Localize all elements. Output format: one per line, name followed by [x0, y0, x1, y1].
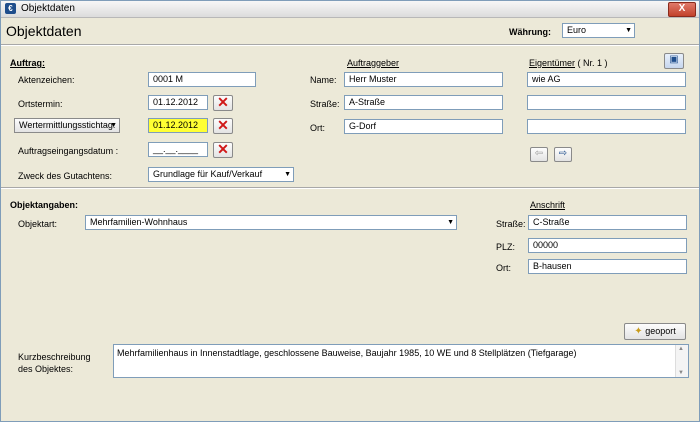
map-icon: ✦	[634, 326, 643, 337]
objektart-select[interactable]: Mehrfamilien-Wohnhaus ▼	[85, 215, 457, 230]
auftraggeber-strasse-label: Straße:	[310, 99, 340, 109]
geoport-button[interactable]: ✦ geoport	[624, 323, 686, 340]
objektdaten-window: € Objektdaten X Objektdaten Währung: Eur…	[0, 0, 700, 422]
chevron-down-icon: ▼	[447, 219, 454, 226]
title-bar: € Objektdaten X	[1, 1, 699, 18]
chevron-down-icon: ▼	[110, 122, 117, 129]
auftraggeber-heading: Auftraggeber	[347, 58, 400, 68]
auftraggeber-name-input[interactable]: Herr Muster	[344, 72, 503, 87]
contact-card-icon: ▣	[669, 54, 679, 65]
anschrift-strasse-label: Straße:	[496, 219, 526, 229]
kurzbeschreibung-label-line1: Kurzbeschreibung	[18, 352, 91, 362]
stichtag-dropdown[interactable]: Wertermittlungsstichtag: ▼	[14, 118, 120, 133]
objektart-select-value: Mehrfamilien-Wohnhaus	[90, 217, 188, 227]
kurzbeschreibung-label-line2: des Objektes:	[18, 364, 74, 374]
window-close-button[interactable]: X	[668, 2, 696, 17]
auftraggeber-ort-label: Ort:	[310, 123, 325, 133]
delete-x-icon: ✕	[217, 117, 229, 133]
chevron-down-icon: ▼	[284, 171, 291, 178]
delete-x-icon: ✕	[217, 141, 229, 157]
eigentuemer-next-button[interactable]: ⇨	[554, 147, 572, 162]
auftraggeber-name-label: Name:	[310, 75, 337, 85]
stichtag-clear-button[interactable]: ✕	[213, 118, 233, 134]
kurzbeschreibung-textarea[interactable]: Mehrfamilienhaus in Innenstadtlage, gesc…	[113, 344, 689, 378]
stichtag-dropdown-label: Wertermittlungsstichtag:	[19, 120, 116, 130]
separator-top	[1, 44, 699, 46]
anschrift-heading: Anschrift	[530, 200, 566, 210]
currency-select[interactable]: Euro ▼	[562, 23, 635, 38]
separator-middle	[1, 187, 699, 189]
zweck-select-value: Grundlage für Kauf/Verkauf	[153, 169, 263, 179]
aktenzeichen-label: Aktenzeichen:	[18, 75, 75, 85]
textarea-scrollbar[interactable]: ▲ ▼	[675, 345, 688, 377]
auftraggeber-strasse-input[interactable]: A-Straße	[344, 95, 503, 110]
anschrift-plz-input[interactable]: 00000	[528, 238, 687, 253]
anschrift-plz-label: PLZ:	[496, 242, 516, 252]
anschrift-ort-input[interactable]: B-hausen	[528, 259, 687, 274]
arrow-right-icon: ⇨	[558, 148, 568, 159]
page-title: Objektdaten	[6, 23, 82, 39]
ortstermin-input[interactable]: 01.12.2012	[148, 95, 208, 110]
kurzbeschreibung-label: Kurzbeschreibung des Objektes:	[18, 351, 91, 375]
eigentuemer-line1-input[interactable]: wie AG	[527, 72, 686, 87]
eigentuemer-line2-input[interactable]	[527, 95, 686, 110]
eigentuemer-line3-input[interactable]	[527, 119, 686, 134]
eingang-input[interactable]: __.__.____	[148, 142, 208, 157]
auftrag-heading: Auftrag:	[10, 58, 45, 68]
zweck-select[interactable]: Grundlage für Kauf/Verkauf ▼	[148, 167, 294, 182]
aktenzeichen-input[interactable]: 0001 M	[148, 72, 256, 87]
zweck-label: Zweck des Gutachtens:	[18, 171, 113, 181]
objektart-label: Objektart:	[18, 219, 58, 229]
currency-label: Währung:	[509, 27, 551, 37]
eingang-label: Auftragseingangsdatum :	[18, 146, 119, 156]
eigentuemer-copy-button[interactable]: ▣	[664, 53, 684, 69]
ortstermin-clear-button[interactable]: ✕	[213, 95, 233, 111]
eigentuemer-heading: Eigentümer	[529, 58, 576, 68]
anschrift-strasse-input[interactable]: C-Straße	[528, 215, 687, 230]
eigentuemer-heading-row: Eigentümer ( Nr. 1 )	[529, 58, 608, 68]
eigentuemer-number: ( Nr. 1 )	[577, 58, 608, 68]
ortstermin-label: Ortstermin:	[18, 99, 63, 109]
eingang-clear-button[interactable]: ✕	[213, 142, 233, 158]
chevron-down-icon: ▼	[625, 27, 632, 34]
scroll-down-icon: ▼	[678, 370, 684, 376]
kurzbeschreibung-text: Mehrfamilienhaus in Innenstadtlage, gesc…	[117, 348, 577, 358]
eigentuemer-prev-button[interactable]: ⇦	[530, 147, 548, 162]
scroll-up-icon: ▲	[678, 346, 684, 352]
anschrift-ort-label: Ort:	[496, 263, 511, 273]
stichtag-input[interactable]: 01.12.2012	[148, 118, 208, 133]
auftraggeber-ort-input[interactable]: G-Dorf	[344, 119, 503, 134]
currency-select-value: Euro	[567, 25, 587, 35]
delete-x-icon: ✕	[217, 94, 229, 110]
objektangaben-heading: Objektangaben:	[10, 200, 79, 210]
window-title: Objektdaten	[21, 3, 75, 14]
geoport-label: geoport	[645, 326, 676, 336]
app-icon: €	[5, 3, 16, 14]
arrow-left-icon: ⇦	[534, 148, 544, 159]
